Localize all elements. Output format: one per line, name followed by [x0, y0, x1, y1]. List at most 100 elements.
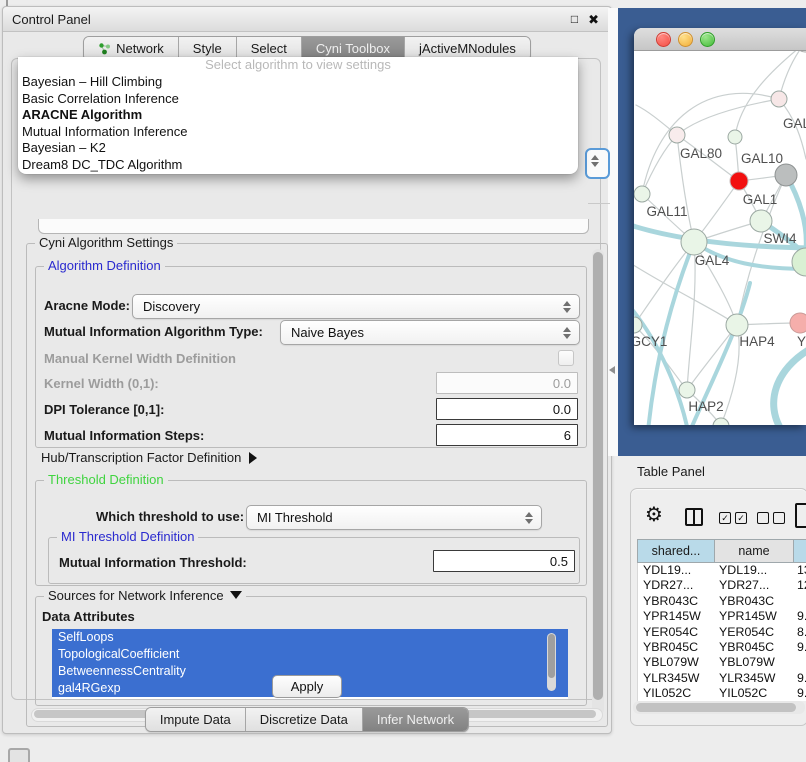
dropdown-item-mutual-information-inference[interactable]: Mutual Information Inference	[18, 124, 578, 141]
network-node-label-gal4: GAL4	[695, 253, 730, 268]
manual-kernel-width-checkbox[interactable]	[558, 350, 574, 366]
column-header-shared[interactable]: shared...	[637, 539, 715, 563]
split-columns-icon[interactable]	[685, 508, 703, 526]
network-node[interactable]	[726, 314, 748, 336]
hidden-combo-spinner[interactable]	[585, 148, 610, 179]
zoom-traffic-light-icon[interactable]	[700, 32, 715, 47]
export-table-icon[interactable]	[795, 503, 806, 528]
aracne-mode-combobox[interactable]: Discovery	[132, 294, 580, 319]
network-node[interactable]	[669, 127, 685, 143]
table-cell: YLR345W	[714, 671, 792, 686]
network-canvas[interactable]: GAL80GAL10GALGAL1GAL11SWI4GAL4GCY1HAP4YH…	[634, 51, 806, 425]
table-cell: 13	[792, 563, 806, 578]
table-row[interactable]: YLR345WYLR345W9.	[638, 671, 806, 686]
dropdown-item-bayesian-hill-climbing[interactable]: Bayesian – Hill Climbing	[18, 74, 578, 91]
table-cell: YDR27...	[638, 578, 714, 593]
table-header-row: shared...nameA	[637, 539, 806, 563]
network-desktop: GAL80GAL10GALGAL1GAL11SWI4GAL4GCY1HAP4YH…	[618, 8, 806, 456]
algorithm-definition-title: Algorithm Definition	[44, 258, 165, 273]
dropdown-item-dream8-dc-tdc-algorithm[interactable]: Dream8 DC_TDC Algorithm	[18, 157, 578, 174]
network-node-label-gal10: GAL10	[741, 151, 783, 166]
table-cell: YIL052C	[714, 686, 792, 701]
table-cell: YPR145W	[714, 609, 792, 624]
application-window: Control Panel □ ✖ NetworkStyleSelectCyni…	[0, 0, 806, 762]
table-cell: 9.	[792, 640, 806, 655]
network-node[interactable]	[681, 229, 707, 255]
gear-icon[interactable]: ⚙	[645, 505, 663, 525]
network-node[interactable]	[790, 313, 806, 333]
network-node[interactable]	[679, 382, 695, 398]
network-node[interactable]	[796, 51, 806, 52]
deselect-all-columns-icon[interactable]	[757, 512, 785, 524]
table-cell: YBR045C	[638, 640, 714, 655]
network-node[interactable]	[775, 164, 797, 186]
sources-toggle[interactable]: Sources for Network Inference	[44, 588, 246, 603]
apply-button[interactable]: Apply	[272, 675, 342, 698]
kernel-width-label: Kernel Width (0,1):	[44, 376, 159, 391]
table-row[interactable]: YER054CYER054C8.	[638, 625, 806, 640]
table-row[interactable]: YBL079WYBL079W	[638, 655, 806, 670]
mi-threshold-definition-title: MI Threshold Definition	[57, 529, 198, 544]
combo-arrows-icon	[563, 327, 571, 339]
split-pane-collapse-icon[interactable]	[609, 366, 615, 374]
mi-threshold-label: Mutual Information Threshold:	[59, 555, 247, 570]
close-icon[interactable]: ✖	[588, 13, 599, 26]
table-row[interactable]: YBR045CYBR045C9.	[638, 640, 806, 655]
table-cell: 9.	[792, 686, 806, 701]
settings-scroll-thumb[interactable]	[593, 252, 603, 700]
dropdown-item-bayesian-k2[interactable]: Bayesian – K2	[18, 140, 578, 157]
bottom-tab-infer-network[interactable]: Infer Network	[362, 708, 468, 731]
network-node-label-y: Y	[797, 334, 806, 349]
table-cell: 9.	[792, 671, 806, 686]
bottom-tab-discretize-data[interactable]: Discretize Data	[245, 708, 362, 731]
table-row[interactable]: YPR145WYPR145W9.	[638, 609, 806, 624]
which-threshold-value: MI Threshold	[247, 510, 333, 525]
dropdown-item-aracne-algorithm[interactable]: ARACNE Algorithm	[18, 107, 578, 124]
mi-threshold-field[interactable]	[433, 550, 575, 572]
bottom-tab-impute-data[interactable]: Impute Data	[146, 708, 245, 731]
select-all-columns-icon[interactable]: ✓✓	[719, 512, 747, 524]
dropdown-item-basic-correlation-inference[interactable]: Basic Correlation Inference	[18, 91, 578, 108]
table-row[interactable]: YBR043CYBR043C	[638, 594, 806, 609]
network-node-label-hap2: HAP2	[688, 399, 723, 414]
minimize-traffic-light-icon[interactable]	[678, 32, 693, 47]
settings-vertical-scrollbar[interactable]	[592, 249, 604, 715]
aracne-mode-value: Discovery	[133, 299, 200, 314]
network-node-label-gal11: GAL11	[646, 204, 687, 219]
network-node[interactable]	[792, 248, 806, 276]
dropdown-placeholder: Select algorithm to view settings	[18, 57, 578, 74]
which-threshold-combobox[interactable]: MI Threshold	[246, 505, 542, 530]
table-cell	[792, 594, 806, 609]
dpi-tolerance-field[interactable]	[436, 398, 578, 420]
list-vertical-scrollbar[interactable]	[547, 633, 556, 691]
hub-definition-toggle[interactable]: Hub/Transcription Factor Definition	[41, 450, 257, 465]
hidden-combo-fragment	[38, 219, 589, 234]
minimized-panel-icon[interactable]	[8, 748, 30, 762]
column-header-a[interactable]: A	[794, 539, 806, 563]
network-node[interactable]	[730, 172, 748, 190]
network-node[interactable]	[750, 210, 772, 232]
close-traffic-light-icon[interactable]	[656, 32, 671, 47]
network-node[interactable]	[728, 130, 742, 144]
table-hscroll-thumb[interactable]	[636, 703, 796, 712]
which-threshold-label: Which threshold to use:	[96, 509, 244, 524]
data-attributes-label: Data Attributes	[42, 609, 135, 624]
column-header-name[interactable]: name	[715, 539, 794, 563]
network-node[interactable]	[771, 91, 787, 107]
table-horizontal-scrollbar[interactable]	[633, 701, 805, 714]
table-cell: YBR043C	[714, 594, 792, 609]
network-node-label-gcy1: GCY1	[634, 334, 667, 349]
float-window-icon[interactable]: □	[571, 13, 578, 25]
network-node[interactable]	[634, 186, 650, 202]
attribute-item-selfloops[interactable]: SelfLoops	[52, 629, 568, 646]
network-node-label-hap4: HAP4	[739, 334, 775, 349]
disclosure-down-icon	[230, 591, 242, 599]
network-window-titlebar[interactable]	[634, 28, 806, 51]
table-cell: 9.	[792, 609, 806, 624]
table-row[interactable]: YDL19...YDL19...13	[638, 563, 806, 578]
mi-steps-field[interactable]	[436, 424, 578, 446]
table-row[interactable]: YIL052CYIL052C9.	[638, 686, 806, 701]
attribute-item-topologicalcoefficient[interactable]: TopologicalCoefficient	[52, 646, 568, 663]
table-row[interactable]: YDR27...YDR27...12	[638, 578, 806, 593]
mi-algorithm-type-combobox[interactable]: Naive Bayes	[280, 320, 580, 345]
